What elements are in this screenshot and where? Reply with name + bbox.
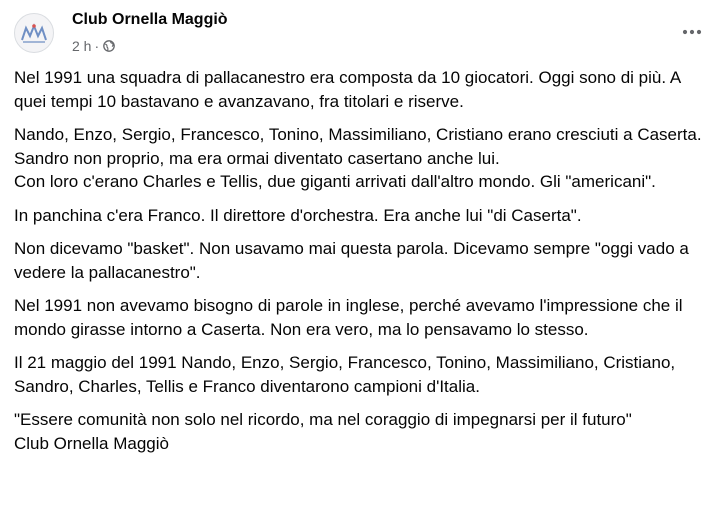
post-time[interactable]: 2 h <box>72 38 91 54</box>
post-paragraph-6: Il 21 maggio del 1991 Nando, Enzo, Sergi… <box>14 353 676 396</box>
post-author[interactable]: Club Ornella Maggiò <box>72 11 228 29</box>
more-horizontal-icon <box>682 29 702 35</box>
post-paragraph-1: Nel 1991 una squadra di pallacanestro er… <box>14 68 681 111</box>
post-body: Nel 1991 una squadra di pallacanestro er… <box>14 66 706 465</box>
post-header: Club Ornella Maggiò 2 h · <box>0 0 718 64</box>
meta-separator: · <box>94 38 100 54</box>
post-paragraph-2: Nando, Enzo, Sergio, Francesco, Tonino, … <box>14 125 702 191</box>
more-options-button[interactable] <box>678 18 706 46</box>
post-paragraph-5: Nel 1991 non avevamo bisogno di parole i… <box>14 296 683 339</box>
post-paragraph-4: Non dicevamo "basket". Non usavamo mai q… <box>14 239 689 282</box>
globe-icon[interactable] <box>103 40 115 52</box>
post-meta: 2 h · <box>72 37 115 55</box>
avatar[interactable] <box>14 13 54 53</box>
club-logo-icon <box>21 23 47 43</box>
post-paragraph-3: In panchina c'era Franco. Il direttore d… <box>14 205 582 225</box>
post-paragraph-7: "Essere comunità non solo nel ricordo, m… <box>14 410 632 453</box>
